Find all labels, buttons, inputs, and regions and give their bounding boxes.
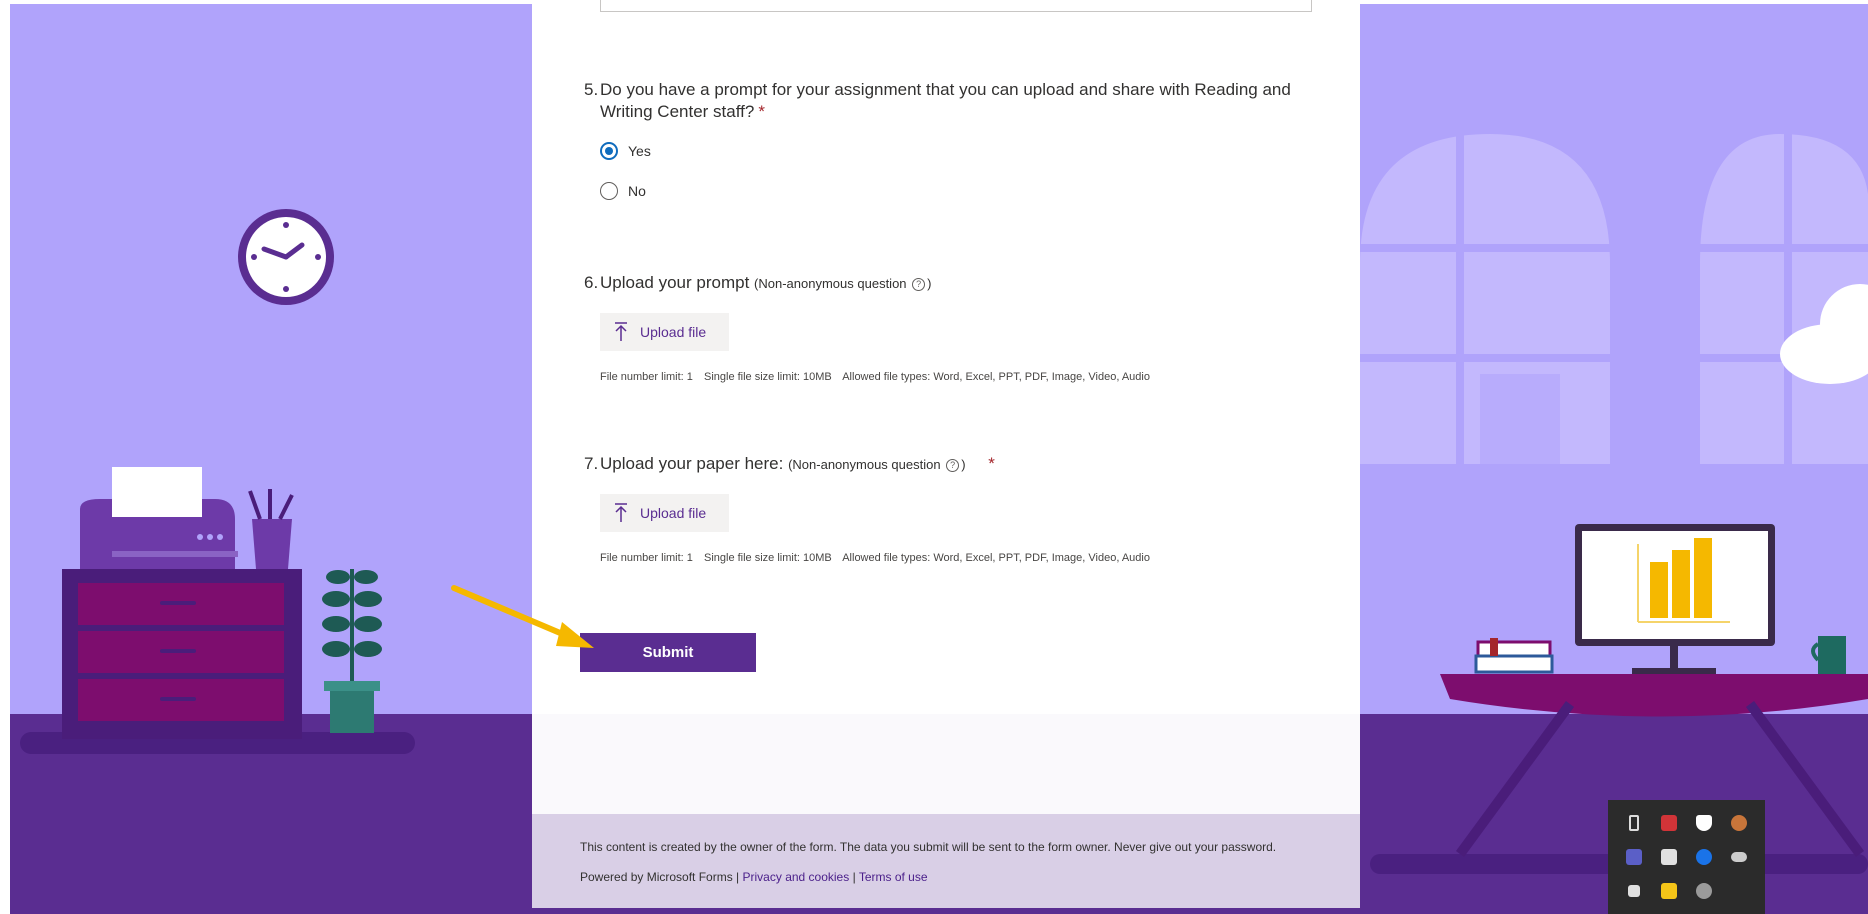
upload-file-button[interactable]: Upload file bbox=[600, 494, 729, 532]
radio-option-no[interactable]: No bbox=[600, 181, 1324, 201]
office-desk-illustration bbox=[20, 467, 415, 754]
footer-disclaimer: This content is created by the owner of … bbox=[580, 840, 1277, 854]
form-footer: This content is created by the owner of … bbox=[532, 814, 1360, 908]
question-number: 6. bbox=[584, 273, 599, 292]
question-6: 6. Upload your prompt (Non-anonymous que… bbox=[584, 272, 1324, 383]
question-7-title: 7. Upload your paper here: (Non-anonymou… bbox=[584, 453, 1324, 476]
question-5-title: 5. Do you have a prompt for your assignm… bbox=[584, 79, 1324, 123]
privacy-link[interactable]: Privacy and cookies bbox=[743, 870, 850, 884]
radio-option-yes[interactable]: Yes bbox=[600, 141, 1324, 161]
non-anonymous-note: (Non-anonymous question ?) bbox=[788, 457, 966, 473]
cloud-sync-icon[interactable] bbox=[1722, 840, 1757, 874]
question-5: 5. Do you have a prompt for your assignm… bbox=[584, 79, 1324, 201]
footer-links: Powered by Microsoft Forms | Privacy and… bbox=[580, 870, 1312, 884]
previous-answer-textbox[interactable] bbox=[600, 0, 1312, 12]
radio-option-label: No bbox=[628, 183, 646, 199]
radio-selected-icon[interactable] bbox=[600, 142, 618, 160]
radio-unselected-icon[interactable] bbox=[600, 182, 618, 200]
question-7: 7. Upload your paper here: (Non-anonymou… bbox=[584, 453, 1324, 564]
shield-icon[interactable] bbox=[1687, 806, 1722, 840]
antivirus-icon[interactable] bbox=[1651, 806, 1686, 840]
upload-icon bbox=[614, 322, 628, 342]
file-limit-info: File number limit: 1 Single file size li… bbox=[600, 371, 1150, 383]
radio-option-label: Yes bbox=[628, 143, 651, 159]
bluetooth-icon[interactable] bbox=[1687, 840, 1722, 874]
non-anonymous-note: (Non-anonymous question ?) bbox=[754, 276, 932, 292]
help-icon[interactable]: ? bbox=[912, 278, 926, 292]
powered-by-text: Powered by Microsoft Forms | bbox=[580, 870, 740, 884]
slack-icon[interactable] bbox=[1616, 874, 1651, 908]
window-illustration bbox=[1360, 134, 1868, 464]
footer-separator: | bbox=[852, 870, 856, 884]
file-limit-info: File number limit: 1 Single file size li… bbox=[600, 552, 1150, 564]
required-mark: * bbox=[988, 454, 995, 473]
question-text: Upload your paper here: bbox=[600, 454, 784, 473]
usb-drive-icon[interactable] bbox=[1616, 806, 1651, 840]
upload-icon bbox=[614, 503, 628, 523]
mic-icon[interactable] bbox=[1722, 806, 1757, 840]
upload-file-label: Upload file bbox=[640, 505, 707, 521]
required-mark: * bbox=[758, 102, 765, 121]
question-number: 7. bbox=[584, 454, 599, 473]
question-text: Do you have a prompt for your assignment… bbox=[600, 80, 1291, 121]
question-6-title: 6. Upload your prompt (Non-anonymous que… bbox=[584, 272, 1324, 295]
question-text: Upload your prompt bbox=[600, 273, 750, 292]
form-card: 5. Do you have a prompt for your assignm… bbox=[532, 0, 1360, 908]
terms-link[interactable]: Terms of use bbox=[859, 870, 928, 884]
printer-icon[interactable] bbox=[1651, 840, 1686, 874]
submit-button[interactable]: Submit bbox=[580, 633, 756, 672]
sticky-notes-icon[interactable] bbox=[1651, 874, 1686, 908]
help-icon[interactable]: ? bbox=[946, 459, 960, 473]
teams-icon[interactable] bbox=[1616, 840, 1651, 874]
system-tray-popup bbox=[1608, 800, 1765, 914]
question-number: 5. bbox=[584, 80, 599, 99]
arrow-annotation-icon bbox=[451, 585, 594, 648]
upload-file-button[interactable]: Upload file bbox=[600, 313, 729, 351]
clock-icon bbox=[238, 209, 334, 305]
skype-icon[interactable] bbox=[1687, 874, 1722, 908]
upload-file-label: Upload file bbox=[640, 324, 707, 340]
form-lower-area bbox=[532, 714, 1360, 818]
